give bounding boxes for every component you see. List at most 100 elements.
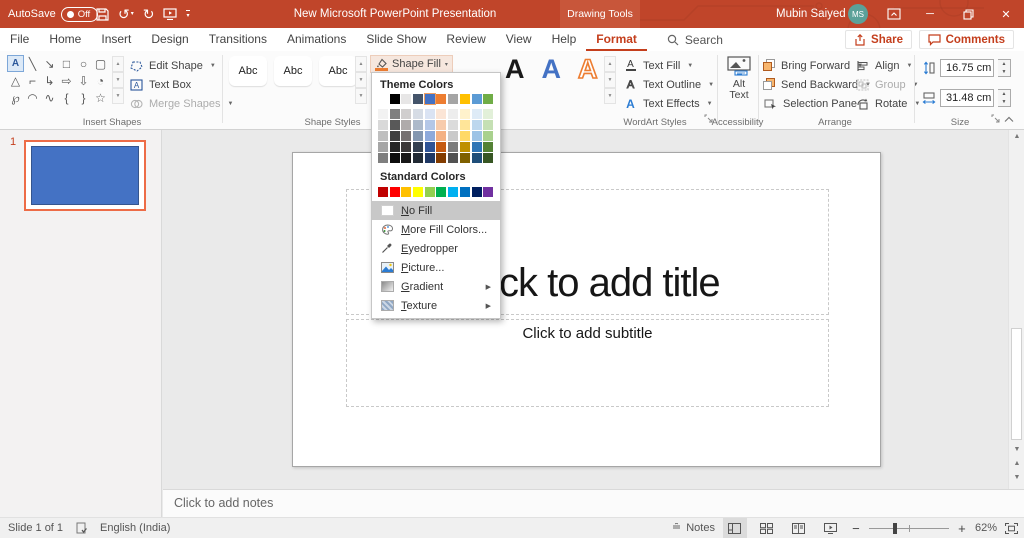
color-swatch[interactable] <box>390 94 400 104</box>
scroll-up-icon[interactable]: ▲ <box>1009 133 1024 140</box>
tab-home[interactable]: Home <box>39 29 91 51</box>
color-swatch[interactable] <box>472 187 482 197</box>
undo-button[interactable]: ↺▾ <box>118 7 134 21</box>
shape-style-preview-2[interactable]: Abc <box>274 56 312 86</box>
search-box[interactable]: Search <box>667 28 723 51</box>
shape-left-brace-icon[interactable]: { <box>58 89 75 106</box>
color-swatch[interactable] <box>483 131 493 141</box>
ribbon-display-options-button[interactable] <box>876 0 912 28</box>
comments-button[interactable]: Comments <box>919 30 1014 49</box>
color-swatch[interactable] <box>425 131 435 141</box>
color-swatch[interactable] <box>460 187 470 197</box>
slide-indicator[interactable]: Slide 1 of 1 <box>8 522 63 534</box>
shape-arc-icon[interactable]: ◠ <box>24 89 41 106</box>
color-swatch[interactable] <box>448 187 458 197</box>
color-swatch[interactable] <box>472 94 482 104</box>
wordart-preview-black[interactable]: A <box>505 54 525 84</box>
stepper-up-icon[interactable]: ▲ <box>1002 60 1007 68</box>
zoom-in-button[interactable]: + <box>957 521 967 536</box>
color-swatch[interactable] <box>483 142 493 152</box>
color-swatch[interactable] <box>436 142 446 152</box>
shape-width-stepper[interactable]: ▲▼ <box>998 89 1011 107</box>
color-swatch[interactable] <box>460 94 470 104</box>
align-button[interactable]: Align ▼ <box>855 56 920 75</box>
color-swatch[interactable] <box>425 109 435 119</box>
shape-star-icon[interactable]: ☆ <box>92 89 109 106</box>
color-swatch[interactable] <box>460 142 470 152</box>
text-box-button[interactable]: A Text Box <box>129 75 234 94</box>
slide-thumbnail[interactable] <box>24 140 146 211</box>
subtitle-placeholder[interactable]: Click to add subtitle <box>346 319 829 407</box>
color-swatch[interactable] <box>483 153 493 163</box>
size-dialog-launcher[interactable] <box>991 114 1001 124</box>
color-swatch[interactable] <box>448 120 458 130</box>
color-swatch[interactable] <box>378 131 388 141</box>
tab-format[interactable]: Format <box>586 29 647 51</box>
text-effects-button[interactable]: A Text Effects ▼ <box>623 94 714 113</box>
shape-fill-button[interactable]: Shape Fill ▾ <box>370 55 453 73</box>
scroll-up-icon[interactable]: ▲ <box>355 56 367 72</box>
color-swatch[interactable] <box>472 131 482 141</box>
color-swatch[interactable] <box>413 94 423 104</box>
color-swatch[interactable] <box>472 153 482 163</box>
collapse-ribbon-button[interactable] <box>1004 114 1018 124</box>
shape-text-box-icon[interactable]: A <box>7 55 24 72</box>
zoom-out-button[interactable]: − <box>851 521 861 536</box>
wordart-preview-blue[interactable]: A <box>542 54 562 84</box>
color-swatch[interactable] <box>378 153 388 163</box>
color-swatch[interactable] <box>401 109 411 119</box>
stepper-down-icon[interactable]: ▼ <box>1002 98 1007 106</box>
zoom-slider[interactable] <box>869 518 949 538</box>
next-slide-button[interactable]: ▼ <box>1009 474 1024 481</box>
color-swatch[interactable] <box>436 131 446 141</box>
color-swatch[interactable] <box>436 153 446 163</box>
tab-help[interactable]: Help <box>542 29 587 51</box>
color-swatch[interactable] <box>483 187 493 197</box>
menu-item-eyedropper[interactable]: Eyedropper <box>372 239 500 258</box>
color-swatch[interactable] <box>425 94 435 104</box>
restore-button[interactable] <box>950 0 986 28</box>
scroll-down-icon[interactable]: ▼ <box>604 72 616 88</box>
color-swatch[interactable] <box>413 142 423 152</box>
color-swatch[interactable] <box>448 109 458 119</box>
start-from-beginning-button[interactable] <box>163 8 177 20</box>
zoom-level[interactable]: 62% <box>975 522 997 534</box>
shape-oval-icon[interactable]: ○ <box>75 55 92 72</box>
scrollbar-thumb[interactable] <box>1011 328 1022 440</box>
color-swatch[interactable] <box>401 153 411 163</box>
color-swatch[interactable] <box>401 187 411 197</box>
menu-item-no-fill[interactable]: No Fill <box>372 201 500 220</box>
shape-elbow-arrow-connector-icon[interactable]: ↳ <box>41 72 58 89</box>
color-swatch[interactable] <box>436 187 446 197</box>
color-swatch[interactable] <box>472 142 482 152</box>
color-swatch[interactable] <box>390 109 400 119</box>
color-swatch[interactable] <box>378 120 388 130</box>
menu-item-more-fill-colors[interactable]: More Fill Colors... <box>372 220 500 239</box>
gallery-more-icon[interactable]: ▼ <box>604 88 616 104</box>
edit-shape-button[interactable]: Edit Shape ▼ <box>129 56 234 75</box>
close-button[interactable]: ✕ <box>988 0 1024 28</box>
color-swatch[interactable] <box>425 153 435 163</box>
tab-review[interactable]: Review <box>436 29 495 51</box>
slide-sorter-view-button[interactable] <box>755 518 779 538</box>
drawing-tools-contextual-tab[interactable]: Drawing Tools <box>560 0 640 28</box>
menu-item-gradient[interactable]: Gradient ▶ <box>372 277 500 296</box>
color-swatch[interactable] <box>390 131 400 141</box>
color-swatch[interactable] <box>460 131 470 141</box>
color-swatch[interactable] <box>425 142 435 152</box>
color-swatch[interactable] <box>460 120 470 130</box>
color-swatch[interactable] <box>401 120 411 130</box>
color-swatch[interactable] <box>448 153 458 163</box>
vertical-scrollbar[interactable]: ▲ ▼ ▲ ▼ <box>1008 130 1024 489</box>
text-outline-button[interactable]: A Text Outline ▼ <box>623 75 714 94</box>
color-swatch[interactable] <box>436 94 446 104</box>
shape-width-input[interactable]: 31.48 cm <box>940 89 994 107</box>
color-swatch[interactable] <box>436 120 446 130</box>
shape-height-input[interactable]: 16.75 cm <box>940 59 994 77</box>
text-fill-button[interactable]: A Text Fill ▼ <box>623 56 714 75</box>
wordart-preview-orange[interactable]: A <box>578 54 598 84</box>
color-swatch[interactable] <box>413 109 423 119</box>
color-swatch[interactable] <box>378 142 388 152</box>
save-button[interactable] <box>96 8 109 21</box>
shape-line-arrow-icon[interactable]: ↘ <box>41 55 58 72</box>
